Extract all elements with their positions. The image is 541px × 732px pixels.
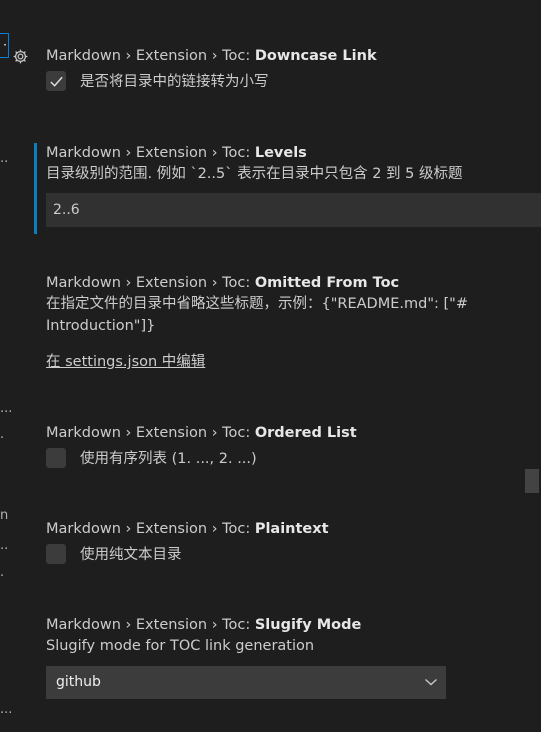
chevron-down-icon bbox=[425, 678, 437, 686]
tree-item-glyph[interactable]: . bbox=[0, 428, 4, 442]
setting-levels: Markdown › Extension › Toc: Levels 目录级别的… bbox=[46, 143, 541, 227]
setting-description: 目录级别的范围. 例如 `2..5` 表示在目录中只包含 2 到 5 级标题 bbox=[46, 166, 463, 182]
tree-item-glyph[interactable]: ... bbox=[0, 402, 12, 416]
tree-item-glyph: · bbox=[3, 38, 7, 52]
setting-downcase-link: Markdown › Extension › Toc: Downcase Lin… bbox=[46, 46, 541, 91]
tree-gutter: · .. ... . n .. . ... bbox=[0, 0, 12, 732]
setting-omitted-from-toc: Markdown › Extension › Toc: Omitted From… bbox=[46, 273, 541, 373]
tree-item-glyph[interactable]: n bbox=[0, 509, 8, 523]
downcase-link-checkbox[interactable] bbox=[46, 70, 66, 91]
setting-name: Slugify Mode bbox=[254, 617, 362, 633]
setting-title: Markdown › Extension › Toc: Omitted From… bbox=[46, 273, 541, 293]
checkbox-label: 使用纯文本目录 bbox=[80, 547, 182, 563]
setting-breadcrumb: Markdown › Extension › Toc: bbox=[46, 521, 255, 537]
checkbox-row: 是否将目录中的链接转为小写 bbox=[46, 70, 541, 91]
setting-breadcrumb: Markdown › Extension › Toc: bbox=[46, 275, 255, 291]
setting-breadcrumb: Markdown › Extension › Toc: bbox=[46, 48, 255, 64]
tree-item-glyph[interactable]: .. bbox=[0, 152, 8, 166]
check-icon bbox=[50, 76, 63, 87]
gear-icon[interactable] bbox=[12, 48, 29, 65]
setting-breadcrumb: Markdown › Extension › Toc: bbox=[46, 145, 255, 161]
levels-input[interactable]: 2..6 bbox=[46, 193, 541, 227]
setting-name: Plaintext bbox=[254, 521, 329, 537]
setting-name: Omitted From Toc bbox=[254, 275, 400, 291]
setting-name: Levels bbox=[254, 145, 307, 161]
setting-name: Ordered List bbox=[254, 425, 357, 441]
focused-tree-item[interactable]: · bbox=[0, 33, 9, 58]
setting-title: Markdown › Extension › Toc: Levels bbox=[46, 143, 541, 163]
setting-description: Slugify mode for TOC link generation bbox=[46, 638, 315, 654]
setting-name: Downcase Link bbox=[254, 48, 377, 64]
setting-description-line: 在指定文件的目录中省略这些标题，示例：{"README.md": ["# bbox=[46, 296, 468, 312]
checkbox-label: 使用有序列表 (1. ..., 2. ...) bbox=[80, 451, 257, 467]
setting-ordered-list: Markdown › Extension › Toc: Ordered List… bbox=[46, 423, 541, 468]
modified-indicator bbox=[34, 143, 37, 234]
setting-breadcrumb: Markdown › Extension › Toc: bbox=[46, 425, 255, 441]
setting-plaintext: Markdown › Extension › Toc: Plaintext 使用… bbox=[46, 519, 541, 564]
setting-description-line: Introduction"]} bbox=[46, 318, 156, 334]
setting-title: Markdown › Extension › Toc: Plaintext bbox=[46, 519, 541, 539]
tree-item-glyph[interactable]: .. bbox=[0, 539, 8, 553]
setting-title: Markdown › Extension › Toc: Slugify Mode bbox=[46, 615, 541, 635]
setting-title: Markdown › Extension › Toc: Downcase Lin… bbox=[46, 46, 541, 66]
edit-in-settings-json-link[interactable]: 在 settings.json 中编辑 bbox=[46, 351, 541, 373]
tree-item-glyph[interactable]: . bbox=[0, 566, 4, 580]
setting-title: Markdown › Extension › Toc: Ordered List bbox=[46, 423, 541, 443]
scrollbar-thumb[interactable] bbox=[525, 469, 539, 493]
plaintext-checkbox[interactable] bbox=[46, 543, 66, 564]
select-value: github bbox=[56, 674, 101, 690]
ordered-list-checkbox[interactable] bbox=[46, 447, 66, 468]
checkbox-row: 使用有序列表 (1. ..., 2. ...) bbox=[46, 447, 541, 468]
setting-breadcrumb: Markdown › Extension › Toc: bbox=[46, 617, 255, 633]
checkbox-label: 是否将目录中的链接转为小写 bbox=[80, 74, 269, 90]
slugify-mode-select[interactable]: github bbox=[46, 666, 446, 699]
tree-item-glyph[interactable]: ... bbox=[0, 703, 12, 717]
checkbox-row: 使用纯文本目录 bbox=[46, 543, 541, 564]
setting-slugify-mode: Markdown › Extension › Toc: Slugify Mode… bbox=[46, 615, 541, 699]
